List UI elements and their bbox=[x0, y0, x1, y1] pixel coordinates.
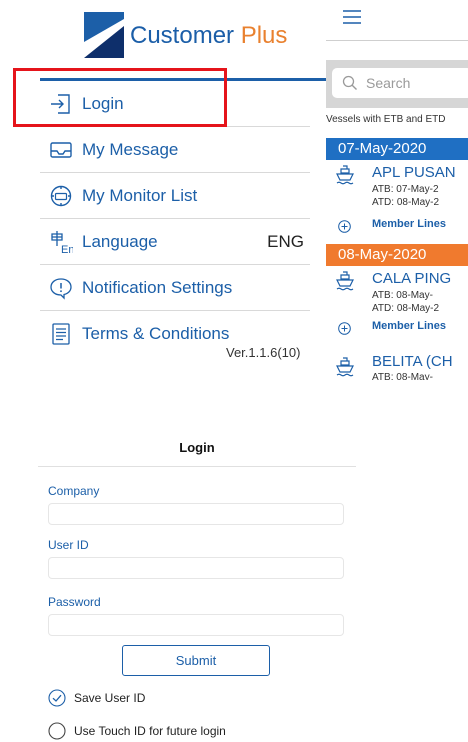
password-label: Password bbox=[48, 595, 101, 609]
menu-item-my-monitor-list-label: My Monitor List bbox=[82, 186, 198, 205]
brand-name: Customer Plus bbox=[130, 22, 287, 50]
vessel-list-subtitle: Vessels with ETB and ETD bbox=[326, 114, 446, 125]
ship-icon bbox=[336, 271, 354, 291]
expand-plus-icon[interactable] bbox=[338, 220, 351, 233]
date-header: 08-May-2020 bbox=[326, 244, 468, 266]
unchecked-circle-icon[interactable] bbox=[48, 722, 66, 740]
svg-text:En: En bbox=[61, 244, 73, 254]
document-icon bbox=[52, 323, 70, 345]
menu-item-notification-settings[interactable]: Notification Settings bbox=[40, 266, 310, 311]
hamburger-menu-icon[interactable] bbox=[342, 10, 362, 24]
date-header: 07-May-2020 bbox=[326, 138, 468, 160]
vessel-name[interactable]: BELITA (CH bbox=[372, 353, 453, 370]
password-field[interactable] bbox=[48, 614, 344, 636]
customer-plus-logo bbox=[84, 12, 124, 58]
menu-item-language[interactable]: En Language ENG bbox=[40, 220, 310, 265]
brand-name-accent: Plus bbox=[240, 22, 288, 49]
panel-header-divider bbox=[326, 40, 468, 41]
user-id-field[interactable] bbox=[48, 557, 344, 579]
checked-circle-icon[interactable] bbox=[48, 689, 66, 707]
menu-item-notification-settings-label: Notification Settings bbox=[82, 278, 233, 297]
search-input[interactable]: Search bbox=[332, 68, 468, 98]
company-label: Company bbox=[48, 484, 100, 498]
vessel-atb: ATB: 07-May-2 bbox=[372, 184, 439, 195]
menu-item-my-message-label: My Message bbox=[82, 140, 179, 159]
vessel-atd: ATD: 08-May-2 bbox=[372, 197, 440, 208]
search-bar: Search bbox=[326, 60, 468, 108]
login-form: Login Company User ID Password Submit Sa… bbox=[38, 426, 356, 742]
language-value: ENG bbox=[267, 232, 304, 251]
menu-item-language-label: Language bbox=[82, 232, 158, 251]
notification-icon bbox=[50, 278, 72, 300]
touch-id-label: Use Touch ID for future login bbox=[74, 724, 226, 738]
ship-icon bbox=[336, 357, 354, 377]
vessel-name[interactable]: CALA PING bbox=[372, 270, 451, 287]
vessel-name[interactable]: APL PUSAN bbox=[372, 164, 456, 181]
navigation-drawer: Customer Plus Login My Message My Monito… bbox=[0, 0, 340, 380]
vessel-atb: ATB: 08-May- bbox=[372, 290, 433, 301]
menu-item-my-message[interactable]: My Message bbox=[40, 128, 310, 173]
login-divider bbox=[38, 466, 356, 467]
menu-item-terms-conditions-label: Terms & Conditions bbox=[82, 324, 230, 343]
member-lines-link[interactable]: Member Lines bbox=[372, 218, 446, 230]
monitor-icon bbox=[50, 185, 72, 207]
vessel-atb: ATB: 08-May- bbox=[372, 372, 433, 380]
brand-name-main: Customer bbox=[130, 22, 235, 49]
member-lines-link[interactable]: Member Lines bbox=[372, 320, 446, 332]
submit-button[interactable]: Submit bbox=[122, 645, 270, 676]
language-icon: En bbox=[51, 231, 73, 254]
ship-icon bbox=[336, 165, 354, 185]
expand-plus-icon[interactable] bbox=[338, 322, 351, 335]
search-placeholder: Search bbox=[366, 75, 411, 91]
menu-item-my-monitor-list[interactable]: My Monitor List bbox=[40, 174, 310, 219]
login-title: Login bbox=[179, 440, 215, 455]
message-icon bbox=[50, 142, 72, 158]
login-highlight-box bbox=[13, 68, 227, 127]
vessel-list-panel: Search Vessels with ETB and ETD 07-May-2… bbox=[326, 0, 468, 380]
save-user-id-label: Save User ID bbox=[74, 691, 146, 705]
company-field[interactable] bbox=[48, 503, 344, 525]
search-icon bbox=[342, 75, 357, 90]
vessel-atd: ATD: 08-May-2 bbox=[372, 303, 440, 314]
app-version: Ver.1.1.6(10) bbox=[226, 345, 301, 360]
user-id-label: User ID bbox=[48, 538, 89, 552]
